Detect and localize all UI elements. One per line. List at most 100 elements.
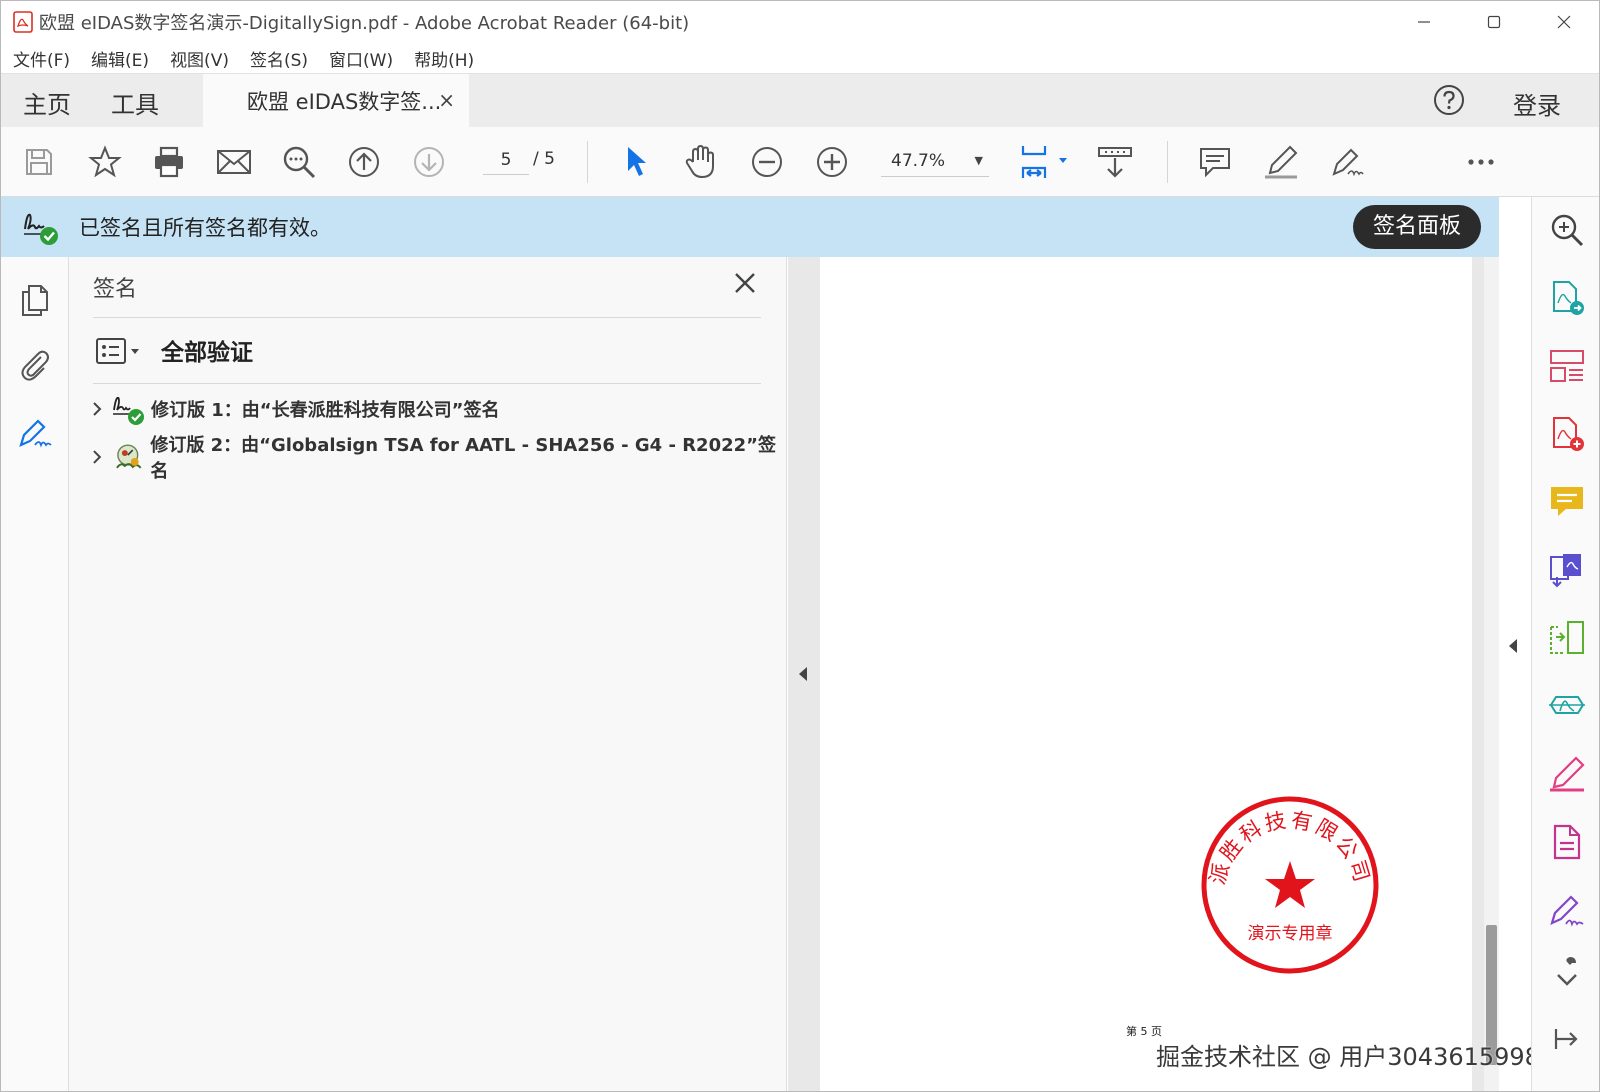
chevron-right-icon[interactable] [89, 447, 105, 467]
fill-and-sign-icon[interactable] [1548, 891, 1586, 929]
page-fit-button[interactable] [1017, 144, 1073, 180]
bookmark-star-button[interactable] [87, 144, 123, 180]
menu-sign[interactable]: 签名(S) [250, 46, 308, 71]
revision-label: 修订版 1：由“长春派胜科技有限公司”签名 [151, 400, 500, 421]
search-icon [283, 146, 316, 179]
save-icon [26, 149, 52, 175]
pdf-app-icon [13, 11, 33, 33]
hand-tool-button[interactable] [683, 144, 719, 180]
zoom-in-button[interactable] [814, 144, 850, 180]
toolbar: 5 / 5 47.7% ▼ [1, 127, 1599, 197]
pdf-page[interactable]: 派胜科技有限公司 演示专用章 第 5 页 [820, 257, 1472, 1091]
attachment-icon[interactable] [17, 347, 53, 383]
tab-row: 主页 工具 欧盟 eIDAS数字签... × 登录 [1, 73, 1599, 128]
toolbar-divider [587, 141, 588, 183]
signature-panel-button[interactable]: 签名面板 [1352, 205, 1481, 249]
page-thumbnails-icon[interactable] [17, 281, 53, 317]
scroll-mode-button[interactable] [1097, 144, 1133, 180]
highlighter-icon [1265, 145, 1298, 179]
save-button[interactable] [21, 144, 57, 180]
highlight-button[interactable] [1263, 144, 1299, 180]
document-tab-label: 欧盟 eIDAS数字签... [247, 90, 442, 114]
page-number-input[interactable]: 5 [483, 145, 529, 175]
minimize-button[interactable] [1389, 1, 1459, 43]
tab-home[interactable]: 主页 [23, 85, 71, 120]
collapse-left-panel-icon[interactable] [797, 665, 809, 683]
star-icon [88, 145, 122, 178]
right-tools-rail [1531, 197, 1599, 1091]
hand-icon [685, 144, 714, 179]
email-button[interactable] [216, 144, 252, 180]
combine-files-icon[interactable] [1548, 551, 1586, 589]
company-seal-stamp: 派胜科技有限公司 演示专用章 [1201, 796, 1379, 974]
help-icon[interactable] [1433, 84, 1465, 116]
signature-status-bar: 已签名且所有签名都有效。 签名面板 [1, 197, 1499, 257]
revision-row[interactable]: 修订版 2：由“Globalsign TSA for AATL - SHA256… [89, 435, 786, 482]
options-menu-icon[interactable] [95, 337, 141, 367]
comment-tool-icon[interactable] [1548, 483, 1586, 521]
chevron-right-icon[interactable] [89, 399, 105, 419]
create-pdf-icon[interactable] [1548, 415, 1586, 453]
revision-label: 修订版 2：由“Globalsign TSA for AATL - SHA256… [150, 435, 776, 482]
menu-view[interactable]: 视图(V) [170, 46, 229, 71]
customize-tools-icon[interactable] [1548, 953, 1586, 991]
close-tab-button[interactable]: × [438, 88, 455, 112]
close-icon [1557, 15, 1571, 29]
panel-divider [93, 317, 761, 318]
seal-label: 演示专用章 [1248, 924, 1333, 944]
expand-rail-icon[interactable] [1548, 1019, 1586, 1057]
comment-icon [1200, 148, 1230, 178]
search-button[interactable] [281, 144, 317, 180]
verify-all-button[interactable]: 全部验证 [161, 333, 253, 367]
title-bar: 欧盟 eIDAS数字签名演示-DigitallySign.pdf - Adobe… [1, 1, 1599, 43]
acrobat-window: 欧盟 eIDAS数字签名演示-DigitallySign.pdf - Adobe… [0, 0, 1600, 1092]
edit-pdf-icon[interactable] [1548, 755, 1586, 793]
compare-files-icon[interactable] [1548, 619, 1586, 657]
scan-ocr-icon[interactable] [1548, 687, 1586, 725]
organize-pages-icon[interactable] [1548, 347, 1586, 385]
export-pdf-icon[interactable] [1548, 279, 1586, 317]
tab-document[interactable]: 欧盟 eIDAS数字签... × [203, 74, 469, 128]
select-tool-button[interactable] [619, 144, 655, 180]
valid-signature-icon [24, 213, 58, 245]
more-tools-button[interactable] [1463, 144, 1499, 180]
collapse-right-panel-icon[interactable] [1507, 637, 1519, 655]
menu-file[interactable]: 文件(F) [13, 46, 70, 71]
revision-row[interactable]: 修订版 1：由“长春派胜科技有限公司”签名 [89, 391, 499, 427]
tab-tools[interactable]: 工具 [111, 85, 159, 120]
watermark-text: 掘金技术社区 @ 用户3043615998618 [1156, 1043, 1586, 1071]
login-button[interactable]: 登录 [1513, 86, 1561, 121]
signature-panel-icon[interactable] [17, 413, 53, 449]
envelope-icon [217, 150, 251, 174]
maximize-button[interactable] [1459, 1, 1529, 43]
valid-signature-icon [113, 396, 144, 425]
zoom-out-button[interactable] [749, 144, 785, 180]
previous-page-button[interactable] [346, 144, 382, 180]
cursor-arrow-icon [628, 147, 646, 176]
close-panel-icon[interactable] [733, 271, 757, 295]
minimize-icon [1418, 21, 1430, 23]
protect-document-icon[interactable] [1548, 823, 1586, 861]
signature-status-message: 已签名且所有签名都有效。 [79, 216, 331, 240]
left-navigation-rail [1, 257, 69, 1091]
comment-button[interactable] [1197, 144, 1233, 180]
arrow-up-circle-icon [349, 147, 379, 177]
close-window-button[interactable] [1529, 1, 1599, 43]
next-page-button[interactable] [411, 144, 447, 180]
search-zoom-icon[interactable] [1548, 211, 1586, 249]
signature-panel-title: 签名 [93, 277, 138, 302]
document-viewer[interactable]: 派胜科技有限公司 演示专用章 第 5 页 [788, 257, 1499, 1091]
timestamp-signature-icon [115, 444, 142, 469]
fill-sign-button[interactable] [1329, 144, 1365, 180]
minus-circle-icon [752, 147, 782, 177]
menu-bar: 文件(F) 编辑(E) 视图(V) 签名(S) 窗口(W) 帮助(H) [1, 43, 1599, 73]
menu-help[interactable]: 帮助(H) [414, 46, 474, 71]
menu-edit[interactable]: 编辑(E) [91, 46, 149, 71]
vertical-scrollbar[interactable] [1484, 257, 1499, 1091]
page-total: / 5 [533, 149, 555, 169]
signature-panel: 签名 全部验证 修订版 1：由“长春派胜科技有限公司”签名 修订版 2：由“Gl… [69, 257, 787, 1091]
print-button[interactable] [151, 144, 187, 180]
more-dots-icon [1468, 159, 1494, 165]
zoom-level-dropdown[interactable]: 47.7% ▼ [881, 145, 989, 177]
menu-window[interactable]: 窗口(W) [329, 46, 393, 71]
